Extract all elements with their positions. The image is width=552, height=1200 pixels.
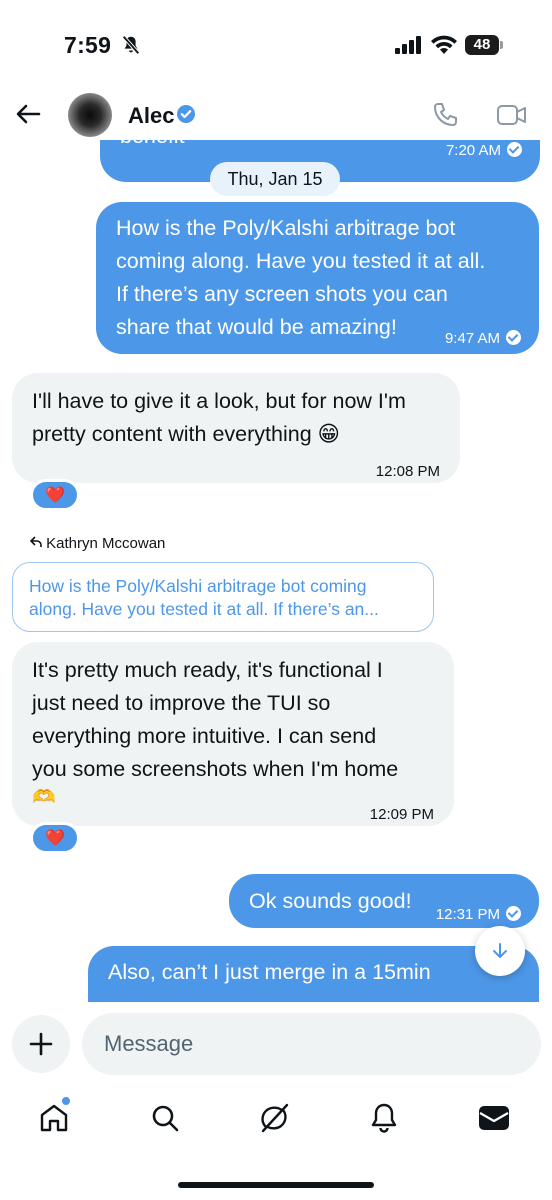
plus-icon	[29, 1032, 53, 1056]
message-line: everything more intuitive. I can send	[32, 724, 377, 748]
reply-label: Kathryn Mccowan	[29, 535, 166, 552]
message-text: benefit	[120, 140, 185, 153]
message-thread[interactable]: benefit 7:20 AM Thu, Jan 15 How is the P…	[0, 140, 552, 1002]
message-timestamp: 9:47 AM	[445, 322, 521, 355]
tab-notifications[interactable]	[364, 1098, 404, 1138]
message-line: It's pretty much ready, it's functional …	[32, 658, 383, 682]
wifi-icon	[430, 34, 458, 61]
grok-icon	[261, 1103, 289, 1133]
quote-line: How is the Poly/Kalshi arbitrage bot com…	[29, 576, 367, 596]
verified-badge-icon	[176, 104, 196, 129]
contact-name[interactable]: Alec	[128, 103, 174, 129]
sent-check-icon	[506, 330, 521, 345]
heart-emoji: ❤️	[45, 487, 65, 504]
quote-line: along. Have you tested it at all. If the…	[29, 599, 379, 619]
home-indicator	[178, 1182, 374, 1188]
cellular-signal-icon	[395, 36, 423, 59]
message-line: you some screenshots when I'm home	[32, 757, 399, 781]
sent-check-icon	[507, 142, 522, 157]
heart-reaction[interactable]: ❤️	[30, 479, 80, 511]
arrow-down-icon	[493, 943, 507, 958]
battery-level: 48	[465, 35, 499, 55]
message-input[interactable]	[82, 1013, 541, 1075]
message-line: coming along. Have you tested it at all.	[116, 249, 486, 273]
phone-icon[interactable]	[430, 100, 460, 135]
sent-check-icon	[506, 906, 521, 921]
bell-icon	[371, 1103, 397, 1133]
message-bubble-outgoing[interactable]: How is the Poly/Kalshi arbitrage bot com…	[96, 202, 539, 354]
message-line: How is the Poly/Kalshi arbitrage bot	[116, 216, 456, 240]
message-text: Ok sounds good!	[249, 889, 412, 913]
back-arrow-icon[interactable]	[14, 100, 42, 133]
message-timestamp: 12:09 PM	[369, 806, 434, 823]
home-icon	[40, 1104, 68, 1132]
tab-grok[interactable]	[254, 1098, 294, 1138]
tab-messages[interactable]	[474, 1098, 514, 1138]
status-time: 7:59	[64, 32, 112, 58]
message-bubble-outgoing[interactable]: Ok sounds good! 12:31 PM	[229, 874, 539, 928]
message-bubble-incoming[interactable]: It's pretty much ready, it's functional …	[12, 642, 454, 826]
message-line: I'll have to give it a look, but for now…	[32, 389, 406, 413]
message-line: pretty content with everything 😁	[32, 422, 341, 446]
message-line: just need to improve the TUI so	[32, 691, 331, 715]
message-bubble-incoming[interactable]: I'll have to give it a look, but for now…	[12, 373, 460, 483]
reply-author: Kathryn Mccowan	[46, 535, 166, 552]
message-timestamp: 7:20 AM	[446, 140, 522, 167]
add-attachment-button[interactable]	[12, 1015, 70, 1073]
quoted-message[interactable]: How is the Poly/Kalshi arbitrage bot com…	[12, 562, 434, 632]
date-separator: Thu, Jan 15	[210, 162, 340, 196]
notification-dot	[62, 1097, 70, 1105]
video-icon[interactable]	[496, 102, 528, 133]
envelope-icon	[479, 1106, 509, 1130]
reply-arrow-icon	[29, 536, 42, 547]
message-line: If there’s any screen shots you can	[116, 282, 448, 306]
scroll-to-bottom-button[interactable]	[475, 926, 525, 976]
tab-search[interactable]	[145, 1098, 185, 1138]
avatar[interactable]	[68, 93, 112, 137]
message-timestamp: 12:08 PM	[375, 463, 440, 480]
battery-tip	[500, 41, 503, 49]
message-bubble-outgoing[interactable]: Also, can’t I just merge in a 15min	[88, 946, 539, 1002]
search-icon	[152, 1105, 179, 1132]
heart-emoji: ❤️	[45, 830, 65, 847]
silent-bell-icon	[120, 34, 142, 61]
heart-reaction[interactable]: ❤️	[30, 822, 80, 854]
message-line: Also, can’t I just merge in a 15min	[108, 960, 431, 984]
